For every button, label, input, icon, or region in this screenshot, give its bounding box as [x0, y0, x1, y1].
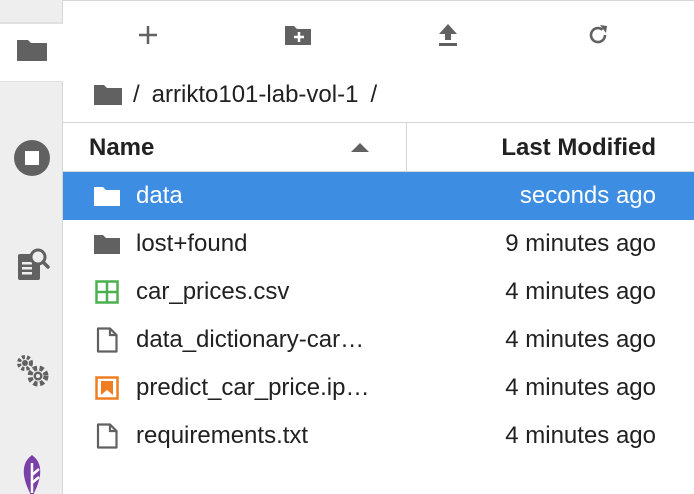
new-folder-button[interactable] — [278, 19, 318, 55]
file-name: car_prices.csv — [136, 278, 290, 305]
folder-icon — [93, 183, 121, 209]
file-row-requirements[interactable]: requirements.txt 4 minutes ago — [63, 412, 694, 460]
file-name: requirements.txt — [136, 422, 309, 449]
breadcrumb-folder[interactable]: arrikto101-lab-vol-1 — [152, 81, 359, 109]
breadcrumb-root[interactable]: / — [133, 81, 140, 109]
extensions-tab[interactable] — [0, 342, 63, 402]
file-row-car-prices[interactable]: car_prices.csv 4 minutes ago — [63, 268, 694, 316]
refresh-icon — [586, 23, 610, 52]
refresh-button[interactable] — [578, 19, 618, 55]
kale-tab[interactable] — [0, 448, 63, 494]
upload-button[interactable] — [428, 19, 468, 55]
file-modified: 4 minutes ago — [505, 326, 656, 353]
file-browser-tab[interactable] — [0, 22, 64, 82]
file-modified: 4 minutes ago — [505, 422, 656, 449]
notebook-icon — [93, 375, 121, 401]
folder-icon — [15, 37, 49, 68]
stop-circle-icon — [13, 139, 51, 182]
kale-logo-icon — [17, 453, 47, 494]
folder-icon — [93, 231, 121, 257]
column-divider[interactable] — [406, 123, 407, 171]
sort-ascending-icon[interactable] — [351, 143, 369, 152]
running-tab[interactable] — [0, 130, 63, 190]
file-name: predict_car_price.ip… — [136, 374, 370, 401]
inspector-icon — [14, 246, 50, 287]
listing-header: Name Last Modified — [63, 122, 694, 172]
column-header-name[interactable]: Name — [89, 134, 154, 162]
activity-bar — [0, 0, 64, 494]
home-folder-icon[interactable] — [93, 83, 123, 107]
file-browser-toolbar — [63, 1, 694, 73]
file-modified: 4 minutes ago — [505, 374, 656, 401]
file-name: lost+found — [136, 230, 248, 257]
file-name: data_dictionary-car… — [136, 326, 365, 353]
column-header-last-modified[interactable]: Last Modified — [501, 134, 656, 162]
file-row-notebook[interactable]: predict_car_price.ip… 4 minutes ago — [63, 364, 694, 412]
file-name: data — [136, 182, 183, 209]
gears-icon — [14, 352, 50, 393]
file-modified: 4 minutes ago — [505, 278, 656, 305]
property-inspector-tab[interactable] — [0, 236, 63, 296]
file-icon — [93, 423, 121, 449]
file-row-data-dictionary[interactable]: data_dictionary-car… 4 minutes ago — [63, 316, 694, 364]
file-modified: 9 minutes ago — [505, 230, 656, 257]
file-icon — [93, 327, 121, 353]
file-row-data[interactable]: data seconds ago — [63, 172, 694, 220]
file-browser-panel: / arrikto101-lab-vol-1 / Name Last Modif… — [63, 0, 694, 494]
file-row-lost-found[interactable]: lost+found 9 minutes ago — [63, 220, 694, 268]
file-modified: seconds ago — [519, 182, 656, 209]
new-folder-icon — [284, 24, 312, 51]
breadcrumb-trailing: / — [370, 81, 378, 108]
new-launcher-button[interactable] — [128, 19, 168, 55]
breadcrumb: / arrikto101-lab-vol-1 / — [93, 77, 377, 113]
plus-icon — [137, 24, 159, 51]
spreadsheet-icon — [93, 279, 121, 305]
file-listing: Name Last Modified data seconds ago lost… — [63, 122, 694, 460]
upload-icon — [437, 23, 459, 52]
